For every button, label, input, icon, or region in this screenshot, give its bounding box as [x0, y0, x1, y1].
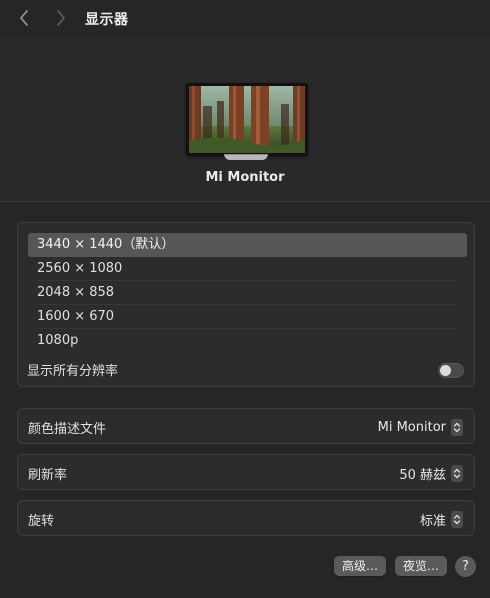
display-name: Mi Monitor — [205, 170, 285, 185]
resolution-option[interactable]: 3440 × 1440（默认） — [28, 233, 467, 257]
displays-settings-window: 显示器 Mi Monitor 3440 × 1440（默认） 2560 × 10… — [0, 0, 490, 598]
chevron-left-icon — [20, 10, 28, 26]
resolution-list: 3440 × 1440（默认） 2560 × 1080 2048 × 858 1… — [28, 233, 467, 353]
window-title: 显示器 — [85, 12, 129, 28]
night-shift-button[interactable]: 夜览… — [395, 556, 448, 576]
color-profile-row: 颜色描述文件 Mi Monitor — [17, 408, 475, 444]
rotation-row: 旋转 标准 — [17, 500, 475, 536]
resolution-option[interactable]: 2048 × 858 — [28, 281, 467, 305]
monitor-stand — [224, 154, 268, 160]
forward-button[interactable] — [52, 8, 70, 28]
color-profile-label: 颜色描述文件 — [28, 422, 107, 437]
advanced-button[interactable]: 高级… — [334, 556, 387, 576]
resolution-option[interactable]: 1080p — [28, 329, 467, 353]
refresh-rate-value: 50 赫兹 — [399, 467, 446, 483]
wallpaper-image — [189, 86, 305, 153]
display-preview-area: Mi Monitor — [0, 38, 490, 202]
color-profile-value: Mi Monitor — [377, 419, 446, 435]
refresh-rate-popup[interactable]: 50 赫兹 — [399, 463, 463, 483]
color-profile-popup[interactable]: Mi Monitor — [378, 417, 463, 437]
chevron-right-icon — [57, 10, 65, 26]
back-button[interactable] — [16, 8, 34, 28]
rotation-value: 标准 — [419, 513, 446, 529]
refresh-rate-label: 刷新率 — [28, 468, 68, 483]
toolbar: 显示器 — [0, 0, 490, 38]
up-down-chevron-icon — [451, 464, 463, 482]
toggle-knob — [440, 365, 451, 376]
show-all-resolutions-toggle[interactable] — [438, 363, 464, 378]
rotation-label: 旋转 — [28, 514, 55, 529]
resolution-option[interactable]: 1600 × 670 — [28, 305, 467, 329]
show-all-resolutions-label: 显示所有分辨率 — [27, 364, 119, 379]
resolution-group: 3440 × 1440（默认） 2560 × 1080 2048 × 858 1… — [17, 222, 475, 387]
up-down-chevron-icon — [451, 418, 463, 436]
help-button[interactable]: ? — [455, 556, 476, 577]
up-down-chevron-icon — [451, 510, 463, 528]
resolution-option[interactable]: 2560 × 1080 — [28, 257, 467, 281]
monitor-thumbnail[interactable] — [186, 83, 308, 156]
refresh-rate-row: 刷新率 50 赫兹 — [17, 454, 475, 490]
rotation-popup[interactable]: 标准 — [420, 509, 463, 529]
